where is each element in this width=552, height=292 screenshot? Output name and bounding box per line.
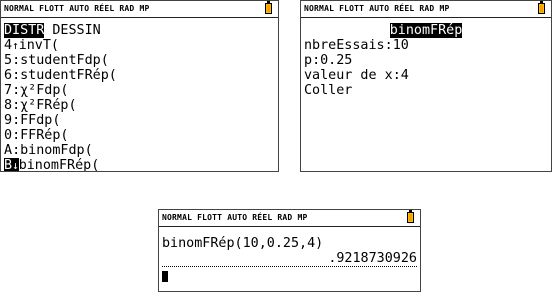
field-separator: : bbox=[384, 38, 393, 53]
field-separator: : bbox=[312, 53, 321, 68]
menu-item-label: studentFRép( bbox=[20, 68, 117, 83]
home-body: binomFRép(10,0.25,4) .9218730926 bbox=[162, 236, 417, 284]
menu-item-label: studentFdp( bbox=[20, 53, 109, 68]
menu-item-ffrep[interactable]: 0:FFRép( bbox=[4, 128, 275, 143]
menu-item-key: B bbox=[4, 158, 13, 172]
menu-item-key: 0 bbox=[4, 128, 13, 143]
field-separator: : bbox=[392, 68, 401, 83]
menu-item-chi2fdp[interactable]: 7:χ²Fdp( bbox=[4, 83, 275, 98]
menu-list: DISTR DESSIN 4↑invT( 5:studentFdp( 6:stu… bbox=[4, 23, 275, 172]
paste-button[interactable]: Coller bbox=[304, 83, 548, 98]
field-value[interactable]: 4 bbox=[401, 68, 409, 83]
menu-item-key: 4 bbox=[4, 38, 13, 53]
calculator-screen-binomfrep-wizard: NORMAL FLOTT AUTO RÉEL RAD MP binomFRép … bbox=[300, 0, 552, 172]
wizard-title: binomFRép bbox=[389, 23, 463, 38]
status-bar: NORMAL FLOTT AUTO RÉEL RAD MP bbox=[301, 1, 551, 18]
menu-item-label: binomFdp( bbox=[20, 143, 93, 158]
status-text: NORMAL FLOTT AUTO RÉEL RAD MP bbox=[304, 4, 450, 13]
field-label: p bbox=[304, 53, 313, 68]
calculator-screen-home: NORMAL FLOTT AUTO RÉEL RAD MP binomFRép(… bbox=[158, 209, 421, 292]
menu-item-label: invT( bbox=[18, 38, 59, 53]
input-line[interactable] bbox=[162, 269, 417, 284]
status-text: NORMAL FLOTT AUTO RÉEL RAD MP bbox=[162, 213, 308, 222]
menu-item-separator: : bbox=[12, 113, 21, 128]
status-text: NORMAL FLOTT AUTO RÉEL RAD MP bbox=[4, 4, 150, 13]
menu-item-key-selected: B↓ bbox=[4, 158, 19, 172]
menu-item-key: 8 bbox=[4, 98, 13, 113]
field-nbre-essais[interactable]: nbreEssais:10 bbox=[304, 38, 548, 53]
menu-item-key: 7 bbox=[4, 83, 13, 98]
status-bar: NORMAL FLOTT AUTO RÉEL RAD MP bbox=[159, 210, 420, 227]
scroll-up-icon: ↑ bbox=[12, 39, 19, 52]
wizard-title-row: binomFRép bbox=[304, 23, 548, 38]
menu-item-studentfdp[interactable]: 5:studentFdp( bbox=[4, 53, 275, 68]
menu-item-label: χ²Fdp( bbox=[20, 83, 69, 98]
field-value[interactable]: 0.25 bbox=[320, 53, 352, 68]
menu-item-separator: : bbox=[12, 68, 21, 83]
menu-item-chi2frep[interactable]: 8:χ²FRép( bbox=[4, 98, 275, 113]
menu-item-studentfrep[interactable]: 6:studentFRép( bbox=[4, 68, 275, 83]
menu-item-key: 9 bbox=[4, 113, 13, 128]
battery-icon bbox=[407, 210, 414, 223]
menu-item-separator: : bbox=[12, 83, 21, 98]
menu-item-key: A bbox=[4, 143, 13, 158]
field-p[interactable]: p:0.25 bbox=[304, 53, 548, 68]
entry-expression: binomFRép(10,0.25,4) bbox=[162, 236, 324, 251]
menu-item-invt[interactable]: 4↑invT( bbox=[4, 38, 275, 53]
menu-item-key: 5 bbox=[4, 53, 13, 68]
menu-item-ffdp[interactable]: 9:FFdp( bbox=[4, 113, 275, 128]
menu-item-label: FFRép( bbox=[20, 128, 69, 143]
result-value: .9218730926 bbox=[162, 251, 417, 267]
menu-item-separator: : bbox=[12, 98, 21, 113]
tab-distr[interactable]: DISTR bbox=[4, 23, 45, 38]
menu-item-separator: : bbox=[12, 128, 21, 143]
menu-item-label: binomFRép( bbox=[18, 158, 100, 172]
menu-item-key: 6 bbox=[4, 68, 13, 83]
menu-item-binomfrep[interactable]: B↓binomFRép( bbox=[4, 158, 275, 172]
menu-tabs: DISTR DESSIN bbox=[4, 23, 275, 38]
cursor-icon bbox=[162, 270, 168, 282]
wizard-body: binomFRép nbreEssais:10 p:0.25 valeur de… bbox=[304, 23, 548, 98]
menu-item-separator: : bbox=[12, 53, 21, 68]
menu-item-label: FFdp( bbox=[20, 113, 61, 128]
battery-icon bbox=[265, 1, 272, 14]
status-bar: NORMAL FLOTT AUTO RÉEL RAD MP bbox=[1, 1, 278, 18]
menu-item-separator: : bbox=[12, 143, 21, 158]
menu-item-label: χ²FRép( bbox=[20, 98, 77, 113]
calculator-screen-distr-menu: NORMAL FLOTT AUTO RÉEL RAD MP DISTR DESS… bbox=[0, 0, 279, 172]
menu-item-binomfdp[interactable]: A:binomFdp( bbox=[4, 143, 275, 158]
field-label: valeur de x bbox=[304, 68, 393, 83]
battery-icon bbox=[538, 1, 545, 14]
tab-dessin[interactable]: DESSIN bbox=[52, 23, 100, 38]
field-value[interactable]: 10 bbox=[393, 38, 409, 53]
field-valeur-x[interactable]: valeur de x:4 bbox=[304, 68, 548, 83]
field-label: nbreEssais bbox=[304, 38, 385, 53]
scroll-down-icon: ↓ bbox=[12, 159, 19, 172]
